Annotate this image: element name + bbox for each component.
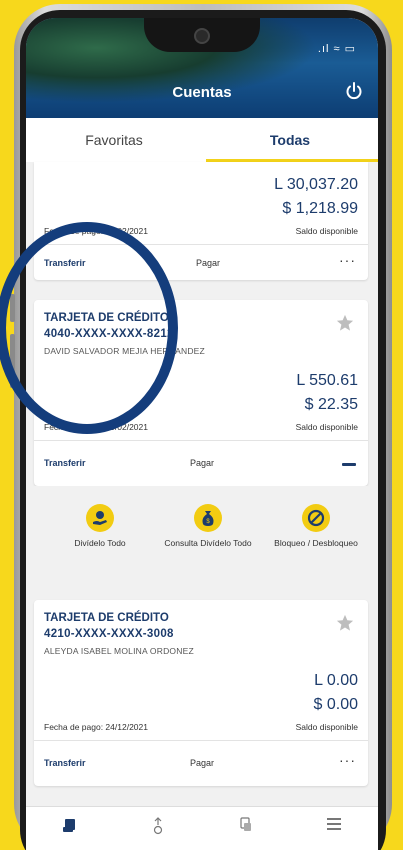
credit-card-item[interactable]: TARJETA DE CRÉDITO 4040-XXXX-XXXX-8212 D… (34, 300, 368, 486)
power-icon[interactable] (344, 81, 364, 101)
quick-action-dividelo[interactable]: Divídelo Todo (50, 504, 150, 549)
tab-todas[interactable]: Todas (202, 118, 378, 162)
card-type: TARJETA DE CRÉDITO (44, 312, 169, 324)
payments-icon (240, 817, 251, 831)
quick-action-label: Divídelo Todo (74, 538, 126, 548)
tabs-bar: Favoritas Todas (26, 118, 378, 162)
side-button (10, 334, 15, 388)
money-bag-icon: $ (194, 504, 222, 532)
balance-dollars: $ 22.35 (304, 396, 358, 413)
due-date: Fecha de pago: 20/02/2021 (44, 422, 148, 432)
quick-action-label: Bloqueo / Desbloqueo (274, 538, 358, 548)
card-holder: DAVID SALVADOR MEJIA HERNANDEZ (44, 346, 205, 356)
app-screen: .ıl ≈ ▭ Cuentas Favoritas Todas L 30,037… (26, 18, 378, 850)
accounts-list: L 30,037.20 $ 1,218.99 Fecha de pago: 20… (26, 162, 378, 786)
available-label: Saldo disponible (295, 722, 358, 732)
collapse-icon[interactable] (342, 463, 356, 466)
nav-payments[interactable] (202, 807, 290, 850)
card-divider (34, 244, 368, 245)
card-number: 4210-XXXX-XXXX-3008 (44, 628, 174, 640)
card-number: 4040-XXXX-XXXX-8212 (44, 328, 174, 340)
credit-card-item[interactable]: TARJETA DE CRÉDITO 4210-XXXX-XXXX-3008 A… (34, 600, 368, 786)
card-divider (34, 740, 368, 741)
favorite-star-icon[interactable] (336, 614, 354, 632)
quick-action-bloqueo[interactable]: Bloqueo / Desbloqueo (266, 504, 366, 549)
accounts-icon (63, 819, 75, 832)
more-icon[interactable]: ··· (339, 752, 356, 768)
account-card[interactable]: L 30,037.20 $ 1,218.99 Fecha de pago: 20… (34, 162, 368, 280)
phone-notch (144, 18, 260, 52)
quick-action-label: Consulta Divídelo Todo (164, 538, 252, 548)
side-button (10, 294, 15, 322)
page-title: Cuentas (172, 84, 232, 101)
quick-action-consulta[interactable]: $ Consulta Divídelo Todo (158, 504, 258, 549)
card-divider (34, 440, 368, 441)
transfer-button[interactable]: Transferir (44, 258, 86, 268)
available-label: Saldo disponible (295, 226, 358, 236)
transfer-icon (153, 817, 163, 835)
balance-dollars: $ 0.00 (313, 696, 358, 713)
favorite-star-icon[interactable] (336, 314, 354, 332)
balance-dollars: $ 1,218.99 (282, 200, 358, 217)
balance-lempiras: L 0.00 (314, 672, 358, 689)
status-bar: .ıl ≈ ▭ (317, 43, 356, 55)
menu-icon (327, 818, 341, 830)
due-date: Fecha de pago: 24/12/2021 (44, 722, 148, 732)
nav-transfer[interactable] (114, 807, 202, 850)
camera-icon (194, 28, 210, 44)
quick-actions-panel: Divídelo Todo $ Consulta Divídelo Todo B… (34, 486, 368, 588)
pay-button[interactable]: Pagar (196, 258, 220, 268)
transfer-button[interactable]: Transferir (44, 758, 86, 768)
balance-lempiras: L 550.61 (296, 372, 358, 389)
transfer-button[interactable]: Transferir (44, 458, 86, 468)
card-holder: ALEYDA ISABEL MOLINA ORDONEZ (44, 646, 194, 656)
card-type: TARJETA DE CRÉDITO (44, 612, 169, 624)
more-icon[interactable]: ··· (339, 252, 356, 268)
tab-favoritas[interactable]: Favoritas (26, 118, 202, 162)
pay-button[interactable]: Pagar (190, 458, 214, 468)
pay-button[interactable]: Pagar (190, 758, 214, 768)
nav-accounts[interactable] (26, 807, 114, 850)
available-label: Saldo disponible (295, 422, 358, 432)
due-date: Fecha de pago: 20/02/2021 (44, 226, 148, 236)
balance-lempiras: L 30,037.20 (274, 176, 358, 193)
block-icon (302, 504, 330, 532)
nav-menu[interactable] (290, 807, 378, 850)
bottom-navigation (26, 806, 378, 850)
hand-coin-icon (86, 504, 114, 532)
app-header: .ıl ≈ ▭ Cuentas (26, 18, 378, 118)
